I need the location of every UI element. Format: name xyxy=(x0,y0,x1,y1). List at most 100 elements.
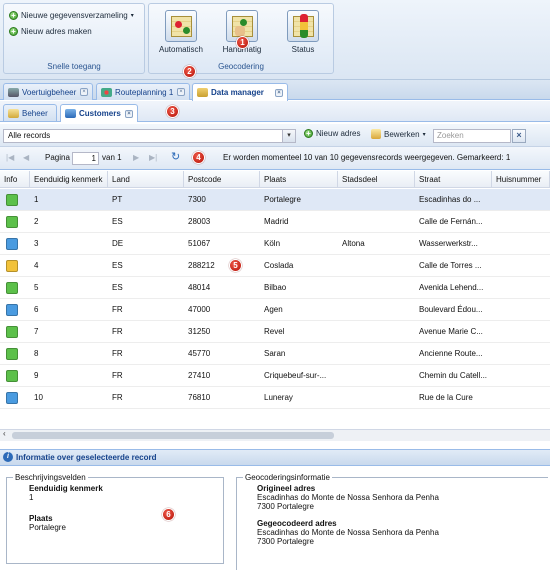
cell-country: ES xyxy=(112,283,123,292)
new-address-ribbon-button[interactable]: + Nieuw adres maken xyxy=(9,27,92,36)
geocode-status-icon xyxy=(6,326,18,338)
callout-marker: 1 xyxy=(236,36,249,49)
id-field-value: 1 xyxy=(29,493,34,502)
chevron-down-icon[interactable]: ▾ xyxy=(282,130,295,142)
cell-street: Rue de la Cure xyxy=(419,393,473,402)
table-row[interactable]: 1 PT 7300 Portalegre Escadinhas do ... xyxy=(0,189,550,211)
column-header-info[interactable]: Info xyxy=(0,171,30,188)
grid-toolbar: Alle records ▾ + Nieuw adres Bewerken ▾ … xyxy=(0,124,550,147)
cell-city: Criquebeuf-sur-... xyxy=(264,371,327,380)
cell-id: 9 xyxy=(34,371,39,380)
close-icon[interactable]: × xyxy=(125,109,133,118)
cell-district xyxy=(338,365,415,387)
column-header-street[interactable]: Straat xyxy=(415,171,492,188)
cell-city: Köln xyxy=(264,239,281,248)
cell-city: Agen xyxy=(264,305,283,314)
cell-id: 7 xyxy=(34,327,39,336)
plus-icon: + xyxy=(9,11,18,20)
table-row[interactable]: 4 ES 288212 Coslada Calle de Torres ... xyxy=(0,255,550,277)
geocode-status-icon xyxy=(6,216,18,228)
place-field-value: Portalegre xyxy=(29,523,66,532)
info-icon: i xyxy=(3,452,13,462)
geocode-status-label: Status xyxy=(291,45,315,54)
tab-vehicle-management[interactable]: Voertuigbeheer × xyxy=(3,83,93,100)
cell-postcode: 48014 xyxy=(188,283,211,292)
table-row[interactable]: 7 FR 31250 Revel Avenue Marie C... xyxy=(0,321,550,343)
tab-data-manager[interactable]: Data manager × xyxy=(192,83,288,101)
table-row[interactable]: 6 FR 47000 Agen Boulevard Édou... xyxy=(0,299,550,321)
main-tab-bar: Voertuigbeheer × Routeplanning 1 × Data … xyxy=(0,65,550,101)
cell-id: 3 xyxy=(34,239,39,248)
edit-menu-button[interactable]: Bewerken ▾ xyxy=(371,129,426,139)
cell-postcode: 51067 xyxy=(188,239,211,248)
table-row[interactable]: 8 FR 45770 Saran Ancienne Route... xyxy=(0,343,550,365)
close-icon[interactable]: × xyxy=(275,88,283,97)
refresh-icon[interactable]: ↻ xyxy=(171,150,180,163)
scroll-left-icon[interactable]: ‹ xyxy=(3,429,6,438)
first-page-icon[interactable]: |◀ xyxy=(6,153,14,162)
cell-street: Calle de Torres ... xyxy=(419,261,482,270)
geocode-status-icon xyxy=(6,194,18,206)
new-address-button[interactable]: + Nieuw adres xyxy=(304,129,360,138)
cell-country: DE xyxy=(112,239,124,248)
column-header-country[interactable]: Land xyxy=(108,171,184,188)
cell-city: Saran xyxy=(264,349,286,358)
tab-route-planning[interactable]: Routeplanning 1 × xyxy=(96,83,190,100)
subtab-label: Customers xyxy=(79,109,121,118)
column-header-postcode[interactable]: Postcode xyxy=(184,171,260,188)
table-row[interactable]: 3 DE 51067 Köln Altona Wasserwerkstr... xyxy=(0,233,550,255)
prev-page-icon[interactable]: ◀ xyxy=(23,153,29,162)
automatic-geocode-button[interactable]: Automatisch xyxy=(153,6,209,60)
close-icon[interactable]: × xyxy=(80,88,88,96)
callout-marker: 6 xyxy=(162,508,175,521)
search-input[interactable]: Zoeken xyxy=(433,129,511,143)
next-page-icon[interactable]: ▶ xyxy=(133,153,139,162)
subtab-label: Beheer xyxy=(22,108,48,118)
manual-geocode-button[interactable]: Handmatig xyxy=(214,6,270,60)
geocode-status-button[interactable]: Status xyxy=(275,6,331,60)
geocoded-address-line2: 7300 Portalegre xyxy=(257,537,314,546)
record-filter-select[interactable]: Alle records ▾ xyxy=(3,129,296,143)
column-header-housenumber[interactable]: Huisnummer xyxy=(492,171,550,188)
table-row[interactable]: 10 FR 76810 Luneray Rue de la Cure xyxy=(0,387,550,409)
cell-postcode: 45770 xyxy=(188,349,211,358)
table-row[interactable]: 2 ES 28003 Madrid Calle de Fernán... xyxy=(0,211,550,233)
callout-marker: 2 xyxy=(183,65,196,78)
subtab-manage[interactable]: Beheer xyxy=(3,104,57,121)
cell-housenumber xyxy=(492,189,550,211)
table-row[interactable]: 9 FR 27410 Criquebeuf-sur-... Chemin du Cate… xyxy=(0,365,550,387)
column-header-id[interactable]: Eenduidig kenmerk xyxy=(30,171,108,188)
cell-postcode: 31250 xyxy=(188,327,211,336)
cell-city: Bilbao xyxy=(264,283,287,292)
selected-record-panel-header[interactable]: i Informatie over geselecteerde record xyxy=(0,449,550,466)
close-icon[interactable]: × xyxy=(177,88,185,96)
table-row[interactable]: 5 ES 48014 Bilbao Avenida Lehend... xyxy=(0,277,550,299)
subtab-customers[interactable]: Customers × xyxy=(60,104,138,122)
geocode-status-icon xyxy=(6,392,18,404)
cell-housenumber xyxy=(492,277,550,299)
chevron-down-icon: ▾ xyxy=(422,131,426,138)
geocode-status-icon xyxy=(6,282,18,294)
clear-search-icon[interactable]: × xyxy=(512,129,526,143)
cell-postcode: 7300 xyxy=(188,195,206,204)
last-page-icon[interactable]: ▶| xyxy=(149,153,157,162)
tab-label: Routeplanning 1 xyxy=(115,87,174,97)
geocode-status-icon xyxy=(6,260,18,272)
new-dataset-button[interactable]: + Nieuwe gegevensverzameling ▾ xyxy=(9,11,134,20)
column-header-district[interactable]: Stadsdeel xyxy=(338,171,415,188)
column-header-city[interactable]: Plaats xyxy=(260,171,338,188)
cell-street: Wasserwerkstr... xyxy=(419,239,478,248)
scroll-thumb[interactable] xyxy=(12,432,334,439)
cell-district xyxy=(338,211,415,233)
cell-country: ES xyxy=(112,217,123,226)
cell-street: Escadinhas do ... xyxy=(419,195,481,204)
new-address-ribbon-label: Nieuw adres maken xyxy=(21,27,92,36)
page-number-input[interactable]: 1 xyxy=(72,152,99,165)
id-field-label: Eenduidig kenmerk xyxy=(29,484,103,493)
cell-id: 5 xyxy=(34,283,39,292)
horizontal-scrollbar[interactable]: ‹ xyxy=(0,429,550,441)
description-fields-legend: Beschrijvingsvelden xyxy=(15,473,86,482)
plus-icon: + xyxy=(9,27,18,36)
cell-district xyxy=(338,299,415,321)
cell-housenumber xyxy=(492,255,550,277)
